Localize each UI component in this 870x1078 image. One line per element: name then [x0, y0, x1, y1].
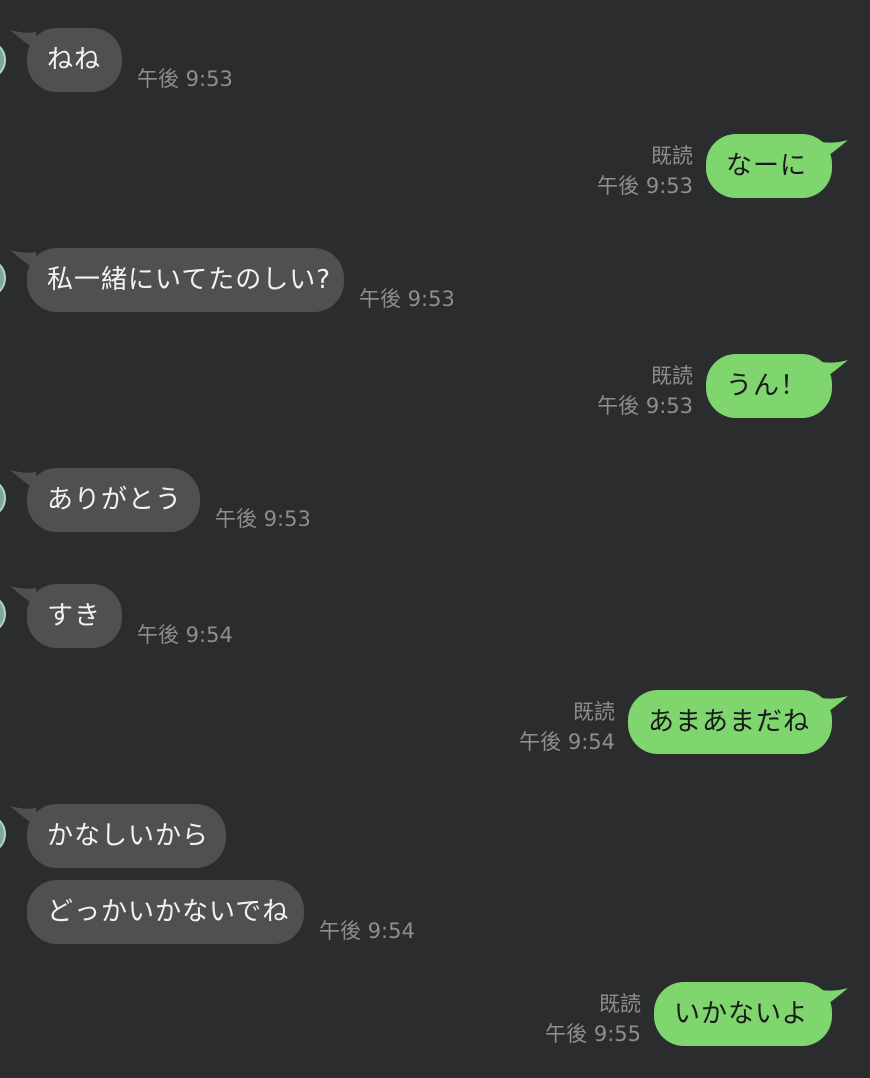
message-bubble-incoming[interactable]: ねね	[27, 28, 122, 92]
message-bubble-outgoing[interactable]: うん！	[706, 354, 832, 418]
bubble-tail-icon	[822, 360, 848, 380]
message-bubble-outgoing[interactable]: あまあまだね	[628, 690, 832, 754]
contact-avatar[interactable]	[0, 40, 6, 80]
message-timestamp: 午後 9:55	[545, 1022, 641, 1046]
message-timestamp: 午後 9:54	[519, 730, 615, 754]
message-timestamp: 午後 9:53	[359, 287, 455, 311]
message-timestamp: 午後 9:54	[319, 919, 415, 943]
message-bubble-incoming[interactable]: かなしいから	[27, 804, 226, 868]
read-receipt: 既読	[651, 144, 693, 168]
contact-avatar[interactable]	[0, 478, 6, 518]
message-timestamp: 午後 9:53	[597, 394, 693, 418]
message-bubble-outgoing[interactable]: なーに	[706, 134, 832, 198]
contact-avatar[interactable]	[0, 258, 6, 298]
bubble-tail-icon	[822, 988, 848, 1008]
message-bubble-incoming[interactable]: ありがとう	[27, 468, 200, 532]
read-receipt: 既読	[651, 364, 693, 388]
message-timestamp: 午後 9:53	[137, 67, 233, 91]
message-bubble-incoming[interactable]: どっかいかないでね	[27, 880, 304, 944]
read-receipt: 既読	[599, 992, 641, 1016]
message-timestamp: 午後 9:54	[137, 623, 233, 647]
bubble-tail-icon	[822, 140, 848, 160]
message-timestamp: 午後 9:53	[597, 174, 693, 198]
message-bubble-outgoing[interactable]: いかないよ	[654, 982, 832, 1046]
read-receipt: 既読	[573, 700, 615, 724]
chat-message-list[interactable]: ねね 午後 9:53 既読 午後 9:53 なーに 私一緒にいてたのしい? 午後…	[0, 0, 870, 1078]
bubble-tail-icon	[822, 696, 848, 716]
message-bubble-incoming[interactable]: 私一緒にいてたのしい?	[27, 248, 344, 312]
contact-avatar[interactable]	[0, 814, 6, 854]
message-timestamp: 午後 9:53	[215, 507, 311, 531]
contact-avatar[interactable]	[0, 594, 6, 634]
message-bubble-incoming[interactable]: すき	[27, 584, 122, 648]
